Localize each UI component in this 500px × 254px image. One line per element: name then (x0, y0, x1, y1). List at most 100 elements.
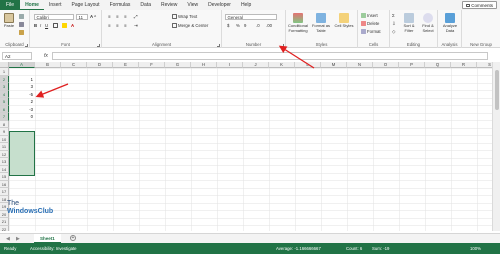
prev-sheet-icon[interactable]: ◀ (6, 236, 10, 242)
paste-button[interactable]: Paste (1, 13, 17, 29)
column-header-k[interactable]: K (269, 62, 295, 68)
cut-button[interactable] (19, 14, 24, 19)
copy-button[interactable] (19, 22, 24, 27)
tab-developer[interactable]: Developer (203, 0, 236, 10)
column-header-o[interactable]: O (373, 62, 399, 68)
column-header-q[interactable]: Q (425, 62, 451, 68)
column-header-s[interactable]: S (477, 62, 492, 68)
cell-a7[interactable]: 0 (9, 113, 34, 121)
font-launcher[interactable] (96, 43, 100, 47)
fill-color-button[interactable] (62, 23, 67, 28)
clipboard-launcher[interactable] (24, 43, 28, 47)
column-header-a[interactable]: A (9, 62, 35, 68)
font-color-button[interactable]: A (71, 23, 74, 28)
accessibility-status[interactable]: Accessibility: Investigate (30, 246, 77, 251)
row-header-9[interactable]: 9 (0, 128, 9, 136)
orientation-icon[interactable]: ⤢ (134, 14, 137, 19)
format-as-table-button[interactable]: Format as Table (311, 13, 331, 33)
column-header-j[interactable]: J (243, 62, 269, 68)
row-header-22[interactable]: 22 (0, 225, 9, 231)
row-header-6[interactable]: 6 (0, 105, 9, 113)
row-header-4[interactable]: 4 (0, 90, 9, 98)
font-name-dropdown[interactable]: Calibri (34, 14, 74, 20)
tab-insert[interactable]: Insert (44, 0, 67, 10)
insert-cells-button[interactable]: Insert (361, 13, 378, 18)
merge-center-button[interactable]: Merge & Center (172, 23, 208, 28)
number-format-dropdown[interactable]: General (225, 14, 277, 20)
tab-review[interactable]: Review (156, 0, 182, 10)
tab-data[interactable]: Data (135, 0, 156, 10)
cell-a4[interactable]: -5 (9, 91, 34, 99)
row-header-7[interactable]: 7 (0, 113, 9, 121)
add-sheet-icon[interactable]: + (70, 235, 76, 241)
row-header-15[interactable]: 15 (0, 173, 9, 181)
analyze-data-button[interactable]: Analyze Data (442, 13, 458, 33)
format-cells-button[interactable]: Format (361, 29, 381, 34)
autosum-icon[interactable]: Σ (392, 13, 395, 18)
row-header-3[interactable]: 3 (0, 83, 9, 91)
delete-cells-button[interactable]: Delete (361, 21, 379, 26)
row-header-17[interactable]: 17 (0, 188, 9, 196)
comma-button[interactable]: 9 (244, 23, 246, 28)
tab-view[interactable]: View (182, 0, 203, 10)
cell-a5[interactable]: 2 (9, 98, 34, 106)
column-header-l[interactable]: L (295, 62, 321, 68)
borders-button[interactable] (53, 23, 58, 28)
increase-font-icon[interactable]: A ^ (90, 14, 96, 19)
tab-formulas[interactable]: Formulas (105, 0, 136, 10)
next-sheet-icon[interactable]: ▶ (16, 236, 20, 242)
alignment-launcher[interactable] (216, 43, 220, 47)
column-header-r[interactable]: R (451, 62, 477, 68)
vertical-scrollbar[interactable] (492, 62, 500, 231)
top-align-icon[interactable]: ≡ (108, 14, 111, 19)
cell-a3[interactable]: 3 (9, 83, 34, 91)
fx-icon[interactable]: fx (44, 53, 48, 59)
middle-align-icon[interactable]: ≡ (116, 14, 119, 19)
column-header-b[interactable]: B (35, 62, 61, 68)
row-header-2[interactable]: 2 (0, 75, 9, 83)
column-header-n[interactable]: N (347, 62, 373, 68)
column-header-e[interactable]: E (113, 62, 139, 68)
cell-a6[interactable]: -3 (9, 106, 34, 114)
row-header-8[interactable]: 8 (0, 120, 9, 128)
number-format-launcher[interactable] (280, 43, 284, 47)
column-header-d[interactable]: D (87, 62, 113, 68)
column-header-g[interactable]: G (165, 62, 191, 68)
row-header-12[interactable]: 12 (0, 150, 9, 158)
row-header-5[interactable]: 5 (0, 98, 9, 106)
cell-styles-button[interactable]: Cell Styles (334, 13, 354, 29)
font-size-dropdown[interactable]: 11 (76, 14, 88, 20)
tab-page-layout[interactable]: Page Layout (66, 0, 104, 10)
align-right-icon[interactable]: ≡ (124, 23, 127, 28)
find-select-button[interactable]: Find & Select (419, 13, 437, 33)
column-header-c[interactable]: C (61, 62, 87, 68)
align-center-icon[interactable]: ≡ (116, 23, 119, 28)
fill-icon[interactable]: ⇩ (392, 21, 396, 27)
formula-input[interactable] (52, 52, 488, 60)
decrease-decimal-icon[interactable]: .00 (266, 23, 272, 28)
row-header-10[interactable]: 10 (0, 135, 9, 143)
name-box[interactable]: A2 (2, 52, 32, 60)
sort-filter-button[interactable]: Sort & Filter (400, 13, 418, 33)
cell-a2[interactable]: 1 (9, 76, 34, 84)
scroll-thumb[interactable] (495, 70, 499, 110)
conditional-formatting-button[interactable]: Conditional Formatting (287, 13, 309, 33)
column-header-h[interactable]: H (191, 62, 217, 68)
sheet-tab[interactable]: Sheet1 (34, 234, 61, 243)
column-header-p[interactable]: P (399, 62, 425, 68)
tab-file[interactable]: File (0, 0, 21, 10)
format-painter-button[interactable] (19, 30, 24, 35)
bottom-align-icon[interactable]: ≡ (124, 14, 127, 19)
selected-range[interactable] (9, 131, 35, 176)
row-header-16[interactable]: 16 (0, 180, 9, 188)
tab-help[interactable]: Help (236, 0, 256, 10)
clear-icon[interactable]: ◇ (392, 29, 395, 35)
row-header-21[interactable]: 21 (0, 218, 9, 226)
worksheet-grid[interactable]: A B C D E F G H I J K L M N O P Q R S 1 2 3 4 5 6 7 8 9 10 11 12 13 14 15… (0, 62, 492, 231)
indent-icon[interactable]: ⇥ (134, 23, 138, 29)
row-header-11[interactable]: 11 (0, 143, 9, 151)
column-header-m[interactable]: M (321, 62, 347, 68)
underline-button[interactable]: U (45, 23, 48, 28)
currency-button[interactable]: $ (227, 23, 229, 28)
tab-home[interactable]: Home (20, 0, 44, 10)
